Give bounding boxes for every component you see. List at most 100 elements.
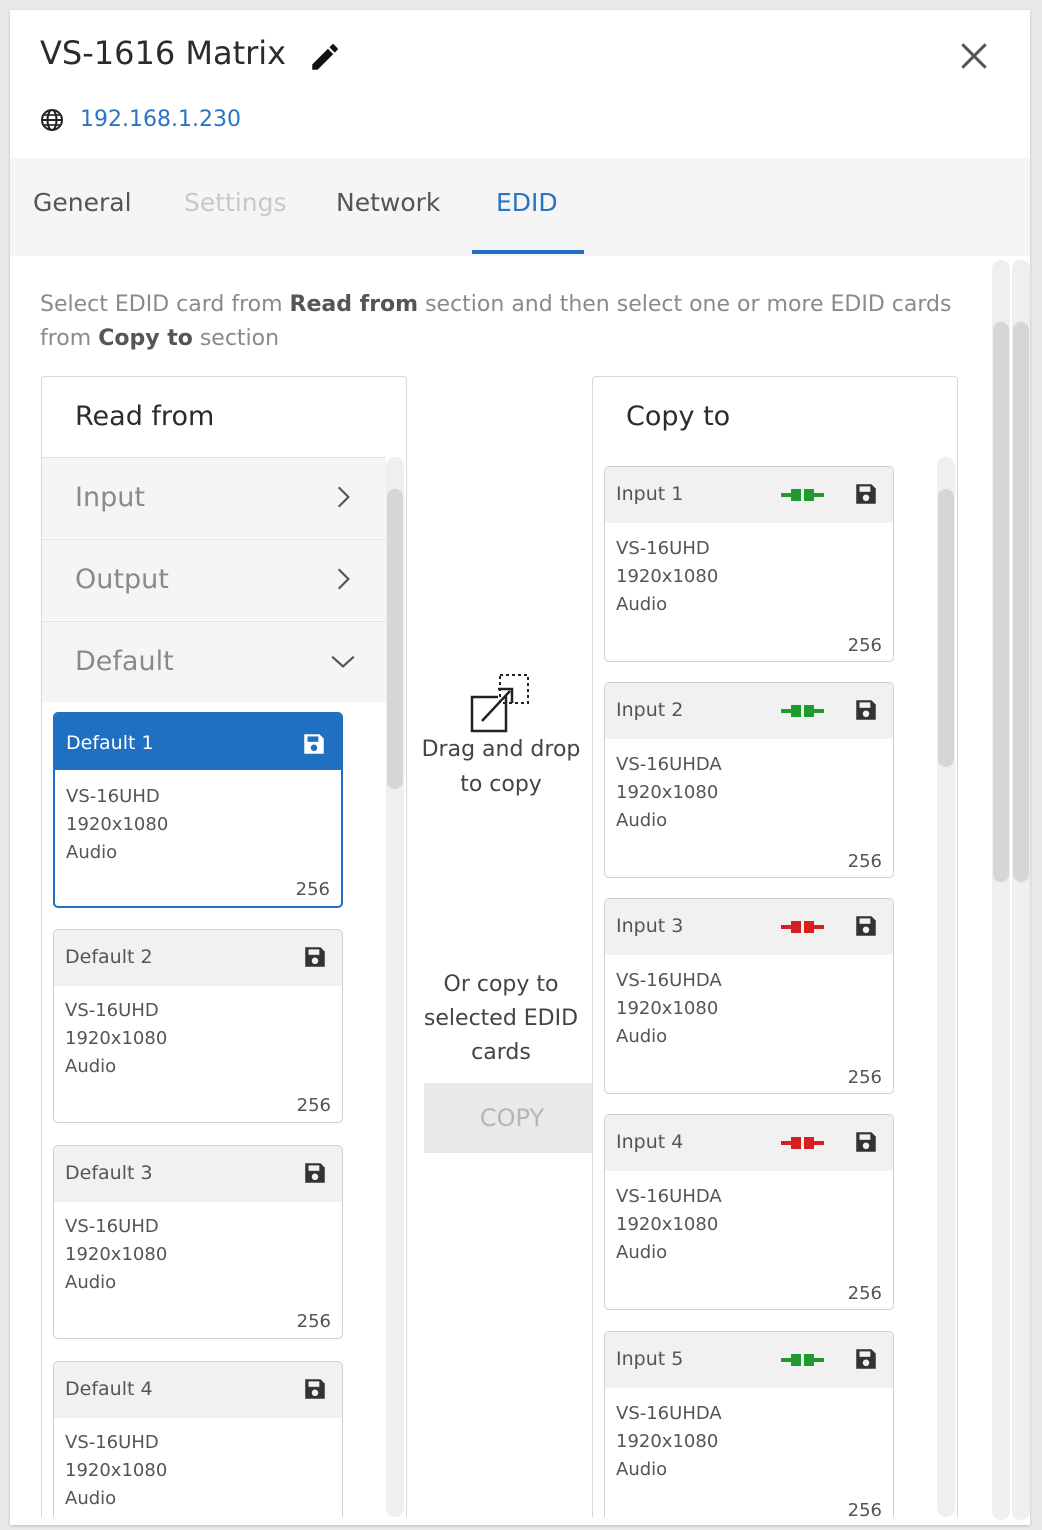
edid-card-input-3[interactable]: Input 3 VS-16UHDA 1920x1080 Audio 256 xyxy=(604,898,894,1094)
card-name: Input 4 xyxy=(616,1131,684,1153)
drag-hint-line: Drag and drop xyxy=(421,737,581,762)
card-name: Default 4 xyxy=(65,1378,153,1400)
card-resolution: 1920x1080 xyxy=(616,1431,719,1452)
save-icon[interactable] xyxy=(853,1346,879,1372)
card-name: Input 1 xyxy=(616,483,684,505)
tab-network[interactable]: Network xyxy=(336,188,440,217)
tab-settings: Settings xyxy=(184,188,287,217)
connection-disconnected-icon xyxy=(781,1137,824,1149)
category-default[interactable]: Default xyxy=(42,621,386,702)
edid-card-default-4[interactable]: Default 4 VS-16UHD 1920x1080 Audio 256 xyxy=(53,1361,343,1517)
save-icon[interactable] xyxy=(301,731,327,757)
card-name: Default 3 xyxy=(65,1162,153,1184)
chevron-down-icon xyxy=(331,655,355,668)
card-model: VS-16UHDA xyxy=(616,970,722,991)
device-title: VS-1616 Matrix xyxy=(40,34,287,72)
copy-to-title: Copy to xyxy=(626,401,731,432)
edid-card-input-4[interactable]: Input 4 VS-16UHDA 1920x1080 Audio 256 xyxy=(604,1114,894,1310)
save-icon[interactable] xyxy=(853,481,879,507)
instructions-text: Select EDID card from Read from section … xyxy=(40,288,960,356)
read-from-title: Read from xyxy=(75,401,215,432)
card-model: VS-16UHDA xyxy=(616,754,722,775)
copy-hint-line: cards xyxy=(471,1040,531,1065)
copy-to-scrollbar-thumb[interactable] xyxy=(938,489,954,767)
card-header: Input 1 xyxy=(605,467,893,523)
category-output[interactable]: Output xyxy=(42,539,386,620)
copy-button[interactable]: COPY xyxy=(424,1083,600,1153)
card-model: VS-16UHD xyxy=(65,1216,159,1237)
card-size: 256 xyxy=(847,1067,882,1088)
read-from-scrollbar-thumb[interactable] xyxy=(387,489,403,789)
card-name: Input 3 xyxy=(616,915,684,937)
outer-scrollbar-thumb[interactable] xyxy=(1013,322,1029,882)
card-name: Input 2 xyxy=(616,699,684,721)
card-header: Input 4 xyxy=(605,1115,893,1171)
drag-drop-hint: Drag and drop to copy xyxy=(406,732,596,802)
tab-general[interactable]: General xyxy=(33,188,132,217)
card-name: Default 2 xyxy=(65,946,153,968)
connection-connected-icon xyxy=(781,489,824,501)
connection-connected-icon xyxy=(781,705,824,717)
card-model: VS-16UHD xyxy=(66,786,160,807)
card-audio: Audio xyxy=(65,1488,117,1509)
edid-card-input-5[interactable]: Input 5 VS-16UHDA 1920x1080 Audio 256 xyxy=(604,1331,894,1517)
globe-icon xyxy=(41,109,63,131)
edid-card-input-2[interactable]: Input 2 VS-16UHDA 1920x1080 Audio 256 xyxy=(604,682,894,878)
card-size: 256 xyxy=(847,1283,882,1304)
card-size: 256 xyxy=(296,1311,331,1332)
save-icon[interactable] xyxy=(853,913,879,939)
card-name: Default 1 xyxy=(66,732,154,754)
card-audio: Audio xyxy=(616,1026,668,1047)
category-label: Input xyxy=(75,482,145,513)
copy-selected-hint: Or copy to selected EDID cards xyxy=(406,968,596,1070)
edid-card-default-2[interactable]: Default 2 VS-16UHD 1920x1080 Audio 256 xyxy=(53,929,343,1123)
close-icon[interactable] xyxy=(954,36,994,76)
card-audio: Audio xyxy=(66,842,118,863)
card-resolution: 1920x1080 xyxy=(65,1028,168,1049)
edid-card-default-3[interactable]: Default 3 VS-16UHD 1920x1080 Audio 256 xyxy=(53,1145,343,1339)
card-header: Default 3 xyxy=(54,1146,342,1202)
pencil-icon[interactable] xyxy=(308,40,342,74)
card-size: 256 xyxy=(847,635,882,656)
save-icon[interactable] xyxy=(302,1376,328,1402)
instructions-bold: Read from xyxy=(289,292,419,317)
card-audio: Audio xyxy=(616,810,668,831)
edid-card-default-1[interactable]: Default 1 VS-16UHD 1920x1080 Audio 256 xyxy=(53,712,343,908)
card-header: Default 1 xyxy=(55,714,341,770)
drag-copy-icon xyxy=(470,674,529,733)
connection-disconnected-icon xyxy=(781,921,824,933)
card-audio: Audio xyxy=(65,1056,117,1077)
card-resolution: 1920x1080 xyxy=(616,566,719,587)
drag-hint-line: to copy xyxy=(460,772,542,797)
save-icon[interactable] xyxy=(302,944,328,970)
read-from-panel: Read from Input Output Default Default 1… xyxy=(41,376,407,1517)
card-model: VS-16UHDA xyxy=(616,1403,722,1424)
card-size: 256 xyxy=(847,851,882,872)
connection-connected-icon xyxy=(781,1354,824,1366)
edid-card-input-1[interactable]: Input 1 VS-16UHD 1920x1080 Audio 256 xyxy=(604,466,894,662)
instructions-part: Select EDID card from xyxy=(40,292,290,317)
category-label: Default xyxy=(75,646,174,677)
category-input[interactable]: Input xyxy=(42,457,386,538)
edid-dialog: VS-1616 Matrix 192.168.1.230 General Set… xyxy=(10,10,1030,1525)
card-header: Input 2 xyxy=(605,683,893,739)
card-resolution: 1920x1080 xyxy=(616,782,719,803)
card-resolution: 1920x1080 xyxy=(616,1214,719,1235)
card-resolution: 1920x1080 xyxy=(66,814,169,835)
card-audio: Audio xyxy=(65,1272,117,1293)
card-header: Input 3 xyxy=(605,899,893,955)
copy-to-panel: Copy to Input 1 VS-16UHD 1920x1080 Audio… xyxy=(592,376,958,1517)
save-icon[interactable] xyxy=(302,1160,328,1186)
tab-bar: General Settings Network EDID xyxy=(10,158,1030,256)
card-header: Default 2 xyxy=(54,930,342,986)
card-model: VS-16UHDA xyxy=(616,1186,722,1207)
tab-edid[interactable]: EDID xyxy=(496,188,558,217)
save-icon[interactable] xyxy=(853,1129,879,1155)
main-scrollbar-thumb[interactable] xyxy=(993,322,1009,882)
card-model: VS-16UHD xyxy=(65,1000,159,1021)
save-icon[interactable] xyxy=(853,697,879,723)
ip-address-link[interactable]: 192.168.1.230 xyxy=(80,107,241,132)
chevron-right-icon xyxy=(337,568,350,590)
category-label: Output xyxy=(75,564,169,595)
card-model: VS-16UHD xyxy=(65,1432,159,1453)
